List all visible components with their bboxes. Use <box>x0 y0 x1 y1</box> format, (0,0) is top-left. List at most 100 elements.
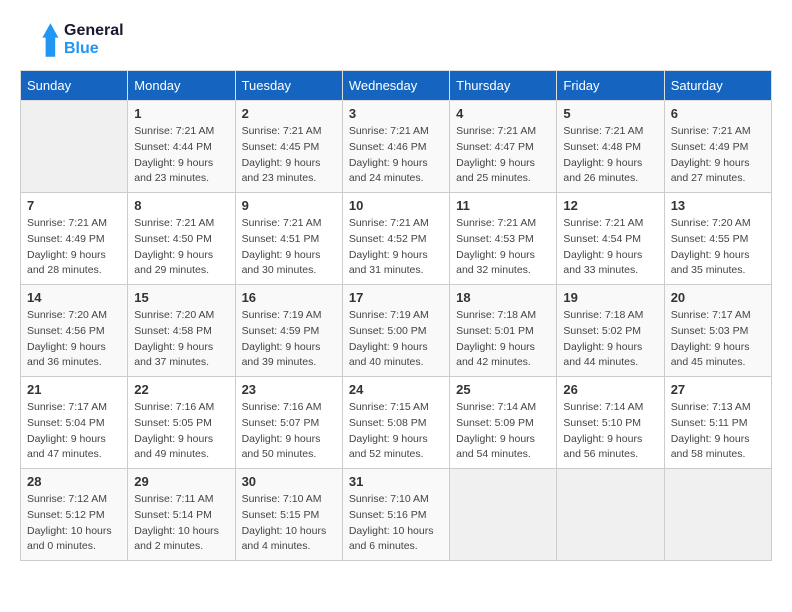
day-number: 31 <box>349 474 443 489</box>
calendar-cell: 19 Sunrise: 7:18 AMSunset: 5:02 PMDayligh… <box>557 285 664 377</box>
calendar-cell: 22 Sunrise: 7:16 AMSunset: 5:05 PMDayligh… <box>128 377 235 469</box>
header-thursday: Thursday <box>450 71 557 101</box>
day-detail: Sunrise: 7:12 AMSunset: 5:12 PMDaylight:… <box>27 492 121 555</box>
calendar-cell: 28 Sunrise: 7:12 AMSunset: 5:12 PMDayligh… <box>21 469 128 561</box>
calendar-header-row: SundayMondayTuesdayWednesdayThursdayFrid… <box>21 71 772 101</box>
day-detail: Sunrise: 7:16 AMSunset: 5:05 PMDaylight:… <box>134 400 228 463</box>
calendar-cell <box>21 101 128 193</box>
calendar-cell: 20 Sunrise: 7:17 AMSunset: 5:03 PMDayligh… <box>664 285 771 377</box>
day-number: 19 <box>563 290 657 305</box>
day-detail: Sunrise: 7:21 AMSunset: 4:48 PMDaylight:… <box>563 124 657 187</box>
header-saturday: Saturday <box>664 71 771 101</box>
day-detail: Sunrise: 7:21 AMSunset: 4:49 PMDaylight:… <box>671 124 765 187</box>
day-number: 23 <box>242 382 336 397</box>
day-number: 17 <box>349 290 443 305</box>
calendar-cell: 14 Sunrise: 7:20 AMSunset: 4:56 PMDayligh… <box>21 285 128 377</box>
day-number: 27 <box>671 382 765 397</box>
day-number: 16 <box>242 290 336 305</box>
day-detail: Sunrise: 7:20 AMSunset: 4:58 PMDaylight:… <box>134 308 228 371</box>
day-number: 30 <box>242 474 336 489</box>
day-detail: Sunrise: 7:19 AMSunset: 5:00 PMDaylight:… <box>349 308 443 371</box>
calendar-cell: 4 Sunrise: 7:21 AMSunset: 4:47 PMDaylight… <box>450 101 557 193</box>
day-detail: Sunrise: 7:21 AMSunset: 4:47 PMDaylight:… <box>456 124 550 187</box>
calendar-cell: 15 Sunrise: 7:20 AMSunset: 4:58 PMDayligh… <box>128 285 235 377</box>
day-number: 20 <box>671 290 765 305</box>
day-detail: Sunrise: 7:14 AMSunset: 5:10 PMDaylight:… <box>563 400 657 463</box>
calendar-week-4: 21Sunrise: 7:17 AMSunset: 5:04 PMDayligh… <box>21 377 772 469</box>
day-number: 18 <box>456 290 550 305</box>
day-detail: Sunrise: 7:19 AMSunset: 4:59 PMDaylight:… <box>242 308 336 371</box>
day-number: 2 <box>242 106 336 121</box>
day-detail: Sunrise: 7:10 AMSunset: 5:15 PMDaylight:… <box>242 492 336 555</box>
calendar-cell: 31 Sunrise: 7:10 AMSunset: 5:16 PMDayligh… <box>342 469 449 561</box>
day-detail: Sunrise: 7:18 AMSunset: 5:02 PMDaylight:… <box>563 308 657 371</box>
calendar-cell: 8Sunrise: 7:21 AMSunset: 4:50 PMDaylight… <box>128 193 235 285</box>
day-number: 24 <box>349 382 443 397</box>
day-number: 1 <box>134 106 228 121</box>
day-number: 7 <box>27 198 121 213</box>
day-number: 28 <box>27 474 121 489</box>
day-number: 25 <box>456 382 550 397</box>
calendar-week-5: 28 Sunrise: 7:12 AMSunset: 5:12 PMDayligh… <box>21 469 772 561</box>
calendar-cell <box>450 469 557 561</box>
calendar-table: SundayMondayTuesdayWednesdayThursdayFrid… <box>20 70 772 561</box>
day-number: 26 <box>563 382 657 397</box>
logo-general-text: General <box>64 22 124 40</box>
calendar-week-3: 14 Sunrise: 7:20 AMSunset: 4:56 PMDayligh… <box>21 285 772 377</box>
day-detail: Sunrise: 7:11 AMSunset: 5:14 PMDaylight:… <box>134 492 228 555</box>
day-detail: Sunrise: 7:21 AMSunset: 4:52 PMDaylight:… <box>349 216 443 279</box>
day-detail: Sunrise: 7:10 AMSunset: 5:16 PMDaylight:… <box>349 492 443 555</box>
day-detail: Sunrise: 7:20 AMSunset: 4:56 PMDaylight:… <box>27 308 121 371</box>
header-sunday: Sunday <box>21 71 128 101</box>
day-number: 5 <box>563 106 657 121</box>
day-number: 8 <box>134 198 228 213</box>
day-number: 4 <box>456 106 550 121</box>
day-detail: Sunrise: 7:21 AMSunset: 4:46 PMDaylight:… <box>349 124 443 187</box>
day-number: 22 <box>134 382 228 397</box>
day-detail: Sunrise: 7:17 AMSunset: 5:04 PMDaylight:… <box>27 400 121 463</box>
day-number: 9 <box>242 198 336 213</box>
day-detail: Sunrise: 7:16 AMSunset: 5:07 PMDaylight:… <box>242 400 336 463</box>
calendar-cell: 3 Sunrise: 7:21 AMSunset: 4:46 PMDaylight… <box>342 101 449 193</box>
logo-blue-text: Blue <box>64 40 124 58</box>
header-monday: Monday <box>128 71 235 101</box>
day-number: 15 <box>134 290 228 305</box>
logo: General Blue <box>20 20 124 60</box>
calendar-cell: 17 Sunrise: 7:19 AMSunset: 5:00 PMDayligh… <box>342 285 449 377</box>
calendar-cell: 13 Sunrise: 7:20 AMSunset: 4:55 PMDayligh… <box>664 193 771 285</box>
calendar-cell: 5 Sunrise: 7:21 AMSunset: 4:48 PMDaylight… <box>557 101 664 193</box>
header-wednesday: Wednesday <box>342 71 449 101</box>
header-tuesday: Tuesday <box>235 71 342 101</box>
day-number: 14 <box>27 290 121 305</box>
day-number: 13 <box>671 198 765 213</box>
calendar-cell <box>557 469 664 561</box>
day-detail: Sunrise: 7:20 AMSunset: 4:55 PMDaylight:… <box>671 216 765 279</box>
calendar-cell: 29 Sunrise: 7:11 AMSunset: 5:14 PMDayligh… <box>128 469 235 561</box>
calendar-cell: 6 Sunrise: 7:21 AMSunset: 4:49 PMDaylight… <box>664 101 771 193</box>
calendar-cell: 1 Sunrise: 7:21 AMSunset: 4:44 PMDaylight… <box>128 101 235 193</box>
day-detail: Sunrise: 7:17 AMSunset: 5:03 PMDaylight:… <box>671 308 765 371</box>
day-detail: Sunrise: 7:21 AMSunset: 4:49 PMDaylight:… <box>27 216 121 279</box>
calendar-week-1: 1 Sunrise: 7:21 AMSunset: 4:44 PMDaylight… <box>21 101 772 193</box>
calendar-cell: 7 Sunrise: 7:21 AMSunset: 4:49 PMDaylight… <box>21 193 128 285</box>
calendar-cell: 26 Sunrise: 7:14 AMSunset: 5:10 PMDayligh… <box>557 377 664 469</box>
calendar-cell: 30 Sunrise: 7:10 AMSunset: 5:15 PMDayligh… <box>235 469 342 561</box>
day-number: 12 <box>563 198 657 213</box>
logo-icon <box>20 20 60 60</box>
calendar-cell: 18 Sunrise: 7:18 AMSunset: 5:01 PMDayligh… <box>450 285 557 377</box>
calendar-cell: 23 Sunrise: 7:16 AMSunset: 5:07 PMDayligh… <box>235 377 342 469</box>
calendar-cell: 11Sunrise: 7:21 AMSunset: 4:53 PMDayligh… <box>450 193 557 285</box>
calendar-cell: 2 Sunrise: 7:21 AMSunset: 4:45 PMDaylight… <box>235 101 342 193</box>
header-friday: Friday <box>557 71 664 101</box>
day-detail: Sunrise: 7:18 AMSunset: 5:01 PMDaylight:… <box>456 308 550 371</box>
day-number: 3 <box>349 106 443 121</box>
day-number: 29 <box>134 474 228 489</box>
page-header: General Blue <box>20 20 772 60</box>
day-number: 10 <box>349 198 443 213</box>
calendar-cell: 16 Sunrise: 7:19 AMSunset: 4:59 PMDayligh… <box>235 285 342 377</box>
day-detail: Sunrise: 7:21 AMSunset: 4:44 PMDaylight:… <box>134 124 228 187</box>
calendar-cell: 27Sunrise: 7:13 AMSunset: 5:11 PMDayligh… <box>664 377 771 469</box>
calendar-cell: 10 Sunrise: 7:21 AMSunset: 4:52 PMDayligh… <box>342 193 449 285</box>
day-detail: Sunrise: 7:21 AMSunset: 4:45 PMDaylight:… <box>242 124 336 187</box>
day-number: 6 <box>671 106 765 121</box>
